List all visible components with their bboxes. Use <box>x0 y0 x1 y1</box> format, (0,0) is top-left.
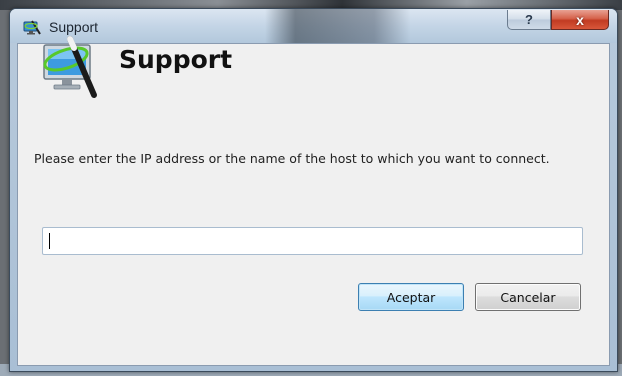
support-monitor-wand-icon <box>36 35 104 101</box>
window-title: Support <box>49 19 99 35</box>
accept-button[interactable]: Aceptar <box>358 283 464 311</box>
close-button[interactable]: x <box>551 10 609 30</box>
host-prompt-text: Please enter the IP address or the name … <box>34 151 550 166</box>
help-icon: ? <box>525 12 533 27</box>
header-title: Support <box>119 45 233 74</box>
host-input[interactable] <box>42 227 583 255</box>
text-caret <box>49 233 50 249</box>
app-title-icon <box>23 19 41 35</box>
dialog-client-area <box>17 43 610 366</box>
cancel-button[interactable]: Cancelar <box>475 283 581 311</box>
help-button[interactable]: ? <box>507 10 551 30</box>
close-icon: x <box>576 11 584 28</box>
